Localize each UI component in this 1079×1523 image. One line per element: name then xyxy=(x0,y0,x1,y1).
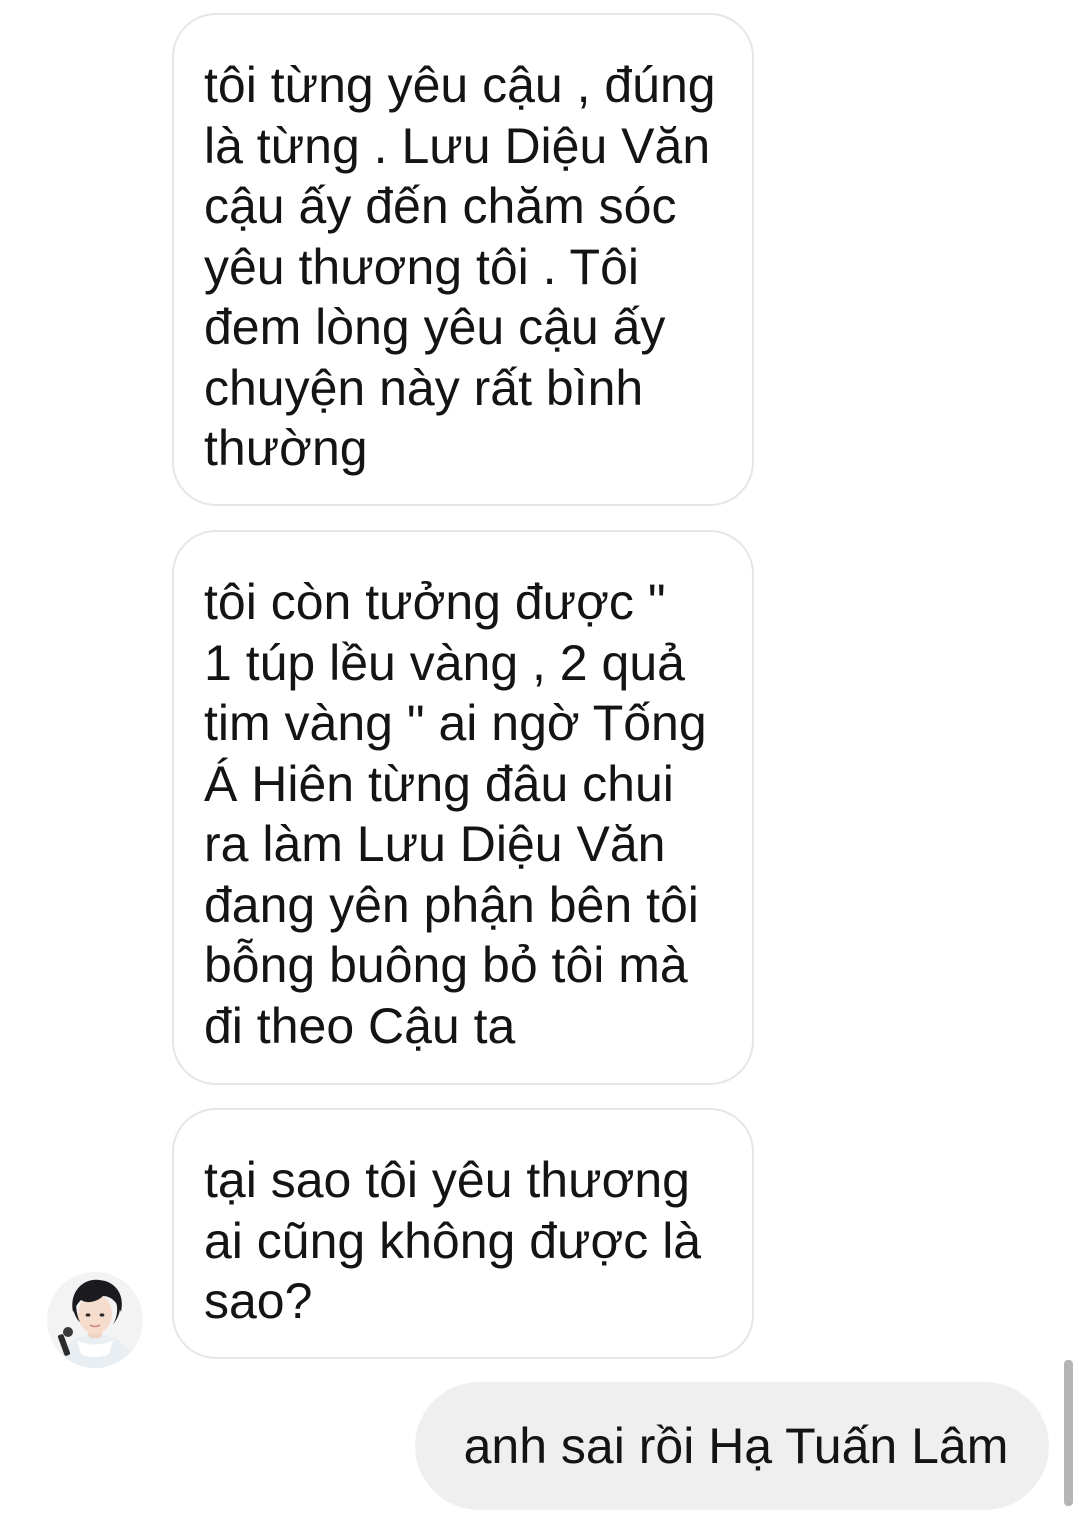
outgoing-message[interactable]: anh sai rồi Hạ Tuấn Lâm xyxy=(415,1382,1049,1510)
incoming-message[interactable]: tôi còn tưởng được " 1 túp lều vàng , 2 … xyxy=(172,530,754,1085)
incoming-message[interactable]: tại sao tôi yêu thương ai cũng không đượ… xyxy=(172,1108,754,1359)
scrollbar[interactable] xyxy=(1064,1360,1073,1506)
outgoing-message-text: anh sai rồi Hạ Tuấn Lâm xyxy=(463,1418,1009,1474)
incoming-message[interactable]: tôi từng yêu cậu , đúng là từng . Lưu Di… xyxy=(172,13,754,506)
chat-thread: tôi từng yêu cậu , đúng là từng . Lưu Di… xyxy=(0,0,1079,1523)
avatar[interactable] xyxy=(47,1272,143,1368)
avatar-photo-icon xyxy=(47,1272,143,1368)
